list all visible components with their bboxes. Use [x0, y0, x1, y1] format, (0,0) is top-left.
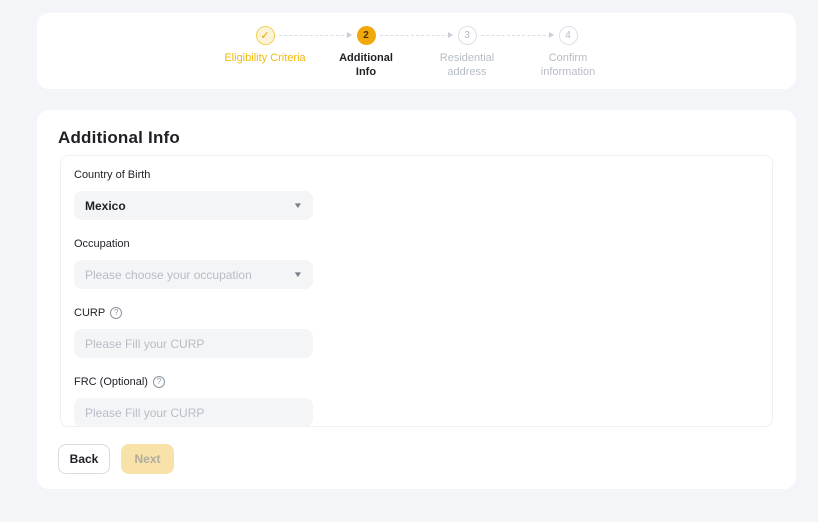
- country-of-birth-select[interactable]: Mexico ▼: [74, 191, 313, 220]
- step-number-badge: 2: [357, 26, 376, 45]
- occupation-placeholder: Please choose your occupation: [85, 268, 252, 282]
- occupation-field: Occupation Please choose your occupation…: [74, 238, 759, 289]
- frc-field: FRC (Optional) ?: [74, 376, 759, 427]
- stepper-card: ✓ Eligibility Criteria 2 Additional Info…: [37, 13, 796, 89]
- next-button[interactable]: Next: [121, 444, 174, 474]
- back-button[interactable]: Back: [58, 444, 110, 474]
- chevron-down-icon: ▼: [293, 270, 303, 279]
- selected-country-value: Mexico: [85, 199, 126, 213]
- chevron-down-icon: ▼: [293, 201, 303, 210]
- curp-label: CURP ?: [74, 307, 759, 319]
- step-number-badge: 3: [458, 26, 477, 45]
- curp-input[interactable]: [74, 329, 313, 358]
- step-label-additional-info: Additional Info: [339, 51, 393, 79]
- step-additional-info: 2 Additional Info: [316, 26, 417, 79]
- country-of-birth-label: Country of Birth: [74, 169, 759, 181]
- step-eligibility-criteria: ✓ Eligibility Criteria: [215, 26, 316, 79]
- step-connector-arrow: [279, 35, 349, 36]
- step-confirm-information: 4 Confirm information: [518, 26, 619, 79]
- step-connector-arrow: [380, 35, 450, 36]
- form-actions: Back Next: [58, 444, 174, 474]
- step-connector-arrow: [481, 35, 551, 36]
- check-glyph: ✓: [260, 29, 269, 42]
- occupation-select[interactable]: Please choose your occupation ▼: [74, 260, 313, 289]
- curp-field: CURP ?: [74, 307, 759, 358]
- check-icon: ✓: [256, 26, 275, 45]
- page-title: Additional Info: [58, 128, 180, 148]
- frc-input[interactable]: [74, 398, 313, 427]
- occupation-label: Occupation: [74, 238, 759, 250]
- country-of-birth-field: Country of Birth Mexico ▼: [74, 169, 759, 220]
- step-number-badge: 4: [559, 26, 578, 45]
- main-card: Additional Info Country of Birth Mexico …: [37, 110, 796, 489]
- step-label-residential-address: Residential address: [440, 51, 494, 79]
- help-icon[interactable]: ?: [153, 376, 165, 388]
- step-label-confirm-information: Confirm information: [541, 51, 595, 79]
- step-residential-address: 3 Residential address: [417, 26, 518, 79]
- help-icon[interactable]: ?: [110, 307, 122, 319]
- frc-label: FRC (Optional) ?: [74, 376, 759, 388]
- form-box: Country of Birth Mexico ▼ Occupation Ple…: [60, 155, 773, 427]
- stepper: ✓ Eligibility Criteria 2 Additional Info…: [215, 13, 619, 79]
- step-label-eligibility-criteria: Eligibility Criteria: [224, 51, 305, 65]
